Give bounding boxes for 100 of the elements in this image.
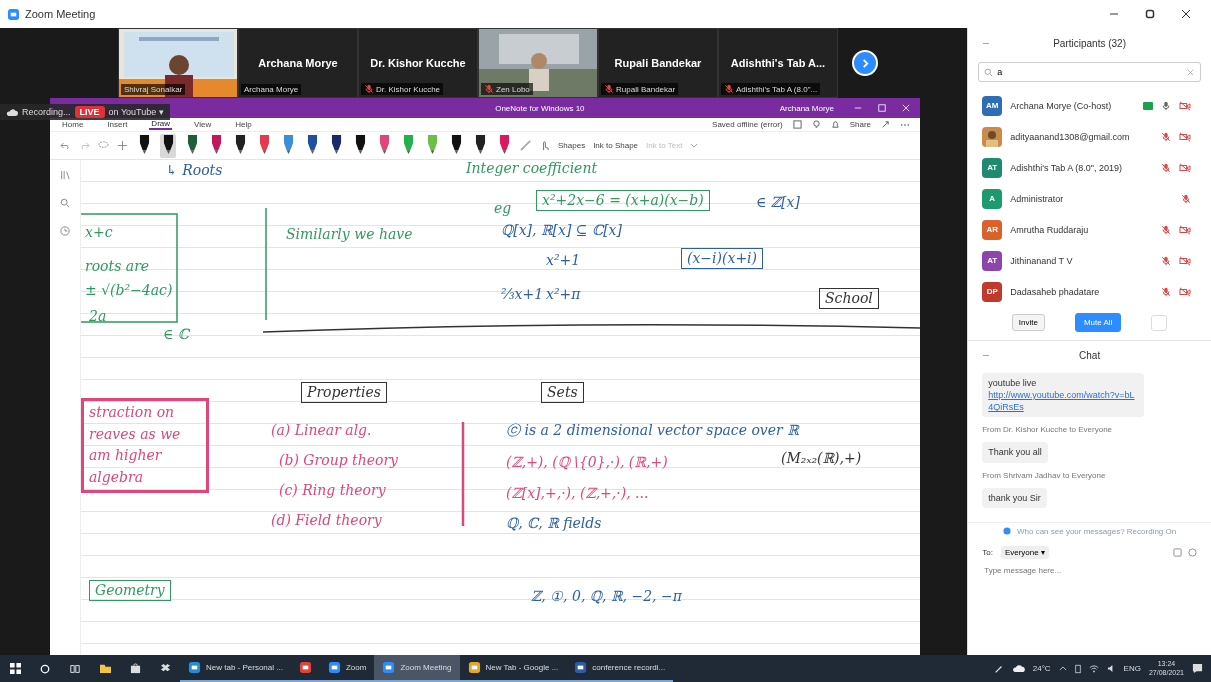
more-icon[interactable]: [900, 122, 910, 127]
zoom-logo-icon: [8, 8, 19, 20]
video-tile[interactable]: Zen Lobo: [478, 28, 598, 98]
message-text: thank you Sir: [988, 492, 1041, 503]
taskbar-app[interactable]: conference recordi...: [566, 655, 674, 682]
handwritten-note: (c) Ring theory: [279, 482, 386, 499]
ink-tool-button[interactable]: Shapes: [558, 141, 586, 150]
handwritten-note: Geometry: [89, 580, 171, 601]
handwritten-note: (M₂ₓ₂(ℝ),+): [781, 450, 862, 467]
expand-icon[interactable]: [881, 120, 890, 129]
video-tile[interactable]: Archana Morye Archana Morye: [238, 28, 358, 98]
minimize-icon[interactable]: [854, 104, 862, 112]
search-field[interactable]: a: [978, 62, 1201, 82]
message-link[interactable]: http://www.youtube.com/watch?v=bL4QiRsEs: [988, 389, 1139, 414]
video-tile[interactable]: Dr. Kishor Kucche Dr. Kishor Kucche: [358, 28, 478, 98]
handwritten-note: ℤ, ①, 0, ℚ, ℝ, −2, −π: [531, 588, 682, 605]
ribbon-tab[interactable]: Help: [233, 120, 254, 129]
handwritten-note: (d) Field theory: [271, 512, 382, 529]
handwritten-note: Properties: [301, 382, 388, 403]
ribbon-tab[interactable]: Home: [60, 120, 86, 129]
ribbon-tab[interactable]: Draw: [149, 119, 173, 130]
share-button[interactable]: Share: [849, 120, 871, 129]
maximize-icon[interactable]: [878, 104, 886, 112]
app-label: Zoom Meeting: [400, 663, 452, 672]
window-title: Zoom Meeting: [25, 8, 97, 20]
message-sender: From Dr. Kishor Kucche to Everyone: [982, 425, 1114, 435]
handwritten-note: (b) Group theory: [279, 452, 399, 469]
video-tile[interactable]: Adishthi's Tab A... Adishthi's Tab A (8.0"...: [718, 28, 838, 98]
handwritten-note: x²+π: [546, 286, 581, 303]
message-sender: From Shrivam Jadhav to Everyone: [982, 470, 1107, 480]
undo-icon[interactable]: [60, 141, 71, 150]
label-text: Rupali Bandekar: [616, 84, 676, 94]
app-icon: [188, 661, 201, 674]
handwritten-note: eg: [494, 200, 512, 217]
handwritten-note: ⅔x+1: [501, 286, 544, 303]
page-icon[interactable]: [792, 120, 802, 129]
participant-name: Archana Morye (Co-host): [1010, 100, 1113, 111]
app-icon: [574, 661, 588, 674]
recording-status: Recording...: [22, 107, 71, 117]
video-tile[interactable]: Shivraj Sonalkar: [118, 28, 238, 98]
info-icon: [1003, 527, 1011, 536]
avatar: AR: [982, 219, 1003, 240]
battery-icon[interactable]: [1074, 663, 1081, 674]
taskbar-app[interactable]: Zoom Meeting: [374, 655, 460, 682]
app-icon: [327, 661, 341, 674]
wifi-icon[interactable]: [1088, 664, 1099, 673]
avatar: AT: [982, 250, 1003, 271]
label-text: Archana Morye: [244, 85, 299, 94]
app-label: New tab - Personal ...: [206, 663, 283, 672]
handwritten-note: (ℤ,+), (ℚ∖{0},·), (ℝ,+): [506, 454, 668, 471]
handwritten-note: Sets: [541, 382, 584, 403]
handwritten-note: ± √(b²−4ac): [85, 282, 173, 299]
participant-name: Rupali Bandekar: [614, 57, 702, 69]
ribbon-tab[interactable]: View: [192, 120, 214, 129]
stream-target[interactable]: on YouTube ▾: [108, 107, 164, 117]
video-tile[interactable]: Rupali Bandekar Rupali Bandekar: [598, 28, 718, 98]
handwritten-note: Integer coefficient: [466, 160, 598, 177]
avatar: AM: [982, 95, 1003, 116]
label-text: Dr. Kishor Kucche: [376, 84, 441, 94]
lightbulb-icon[interactable]: [811, 120, 821, 129]
participant-name: Archana Morye: [258, 57, 338, 69]
handwritten-note: ⓒ is a 2 dimensional vector space over ℝ: [506, 422, 799, 439]
handwritten-note: ∈ ℂ: [163, 326, 189, 343]
handwritten-note: (a) Linear alg.: [271, 422, 372, 439]
next-page-button[interactable]: [852, 50, 878, 76]
chat-title: Chat: [1079, 349, 1101, 361]
message-text: Thank you all: [988, 447, 1042, 458]
notebooks-icon[interactable]: [60, 170, 70, 180]
more-icon[interactable]: [1188, 547, 1197, 557]
invite-button[interactable]: Invite: [1011, 314, 1045, 331]
close-icon[interactable]: [1181, 9, 1191, 19]
app-icon: [298, 661, 312, 674]
cloud-icon: [6, 107, 18, 117]
handwritten-note: 2a: [89, 308, 107, 325]
app-label: conference recordi...: [592, 663, 666, 672]
pen-tool[interactable]: [160, 133, 176, 158]
chevron-up-icon[interactable]: [1058, 666, 1067, 671]
language-indicator[interactable]: ENG: [1123, 664, 1141, 673]
handwritten-note: x²+1: [546, 252, 581, 269]
handwritten-note: ∈ ℤ[x]: [756, 194, 800, 211]
notifications-icon[interactable]: [1192, 663, 1203, 674]
app-label: New Tab - Google ...: [485, 663, 559, 672]
ribbon-tab[interactable]: Insert: [105, 120, 130, 129]
user-name: Archana Morye: [779, 103, 834, 113]
to-label: To:: [982, 547, 993, 557]
bell-icon[interactable]: [830, 120, 840, 129]
plus-icon[interactable]: [117, 140, 128, 151]
handwritten-note: Similarly we have: [286, 226, 413, 243]
muted-mic-icon: [604, 84, 614, 94]
app-icon: [467, 661, 481, 674]
handwritten-note: roots are: [85, 258, 150, 275]
restore-icon[interactable]: [1145, 9, 1155, 19]
taskbar-app[interactable]: New Tab - Google ...: [459, 655, 567, 682]
recipient-dropdown[interactable]: Everyone ▾: [1000, 545, 1049, 559]
participant-name: Dadasaheb phadatare: [1010, 286, 1101, 297]
ink-tool-button[interactable]: Ink to Shape: [593, 141, 639, 150]
taskbar-app[interactable]: New tab - Personal ...: [180, 655, 291, 682]
pen-icon[interactable]: [993, 663, 1004, 674]
participant-name: Administrator: [1010, 193, 1065, 204]
avatar: AT: [982, 157, 1003, 178]
